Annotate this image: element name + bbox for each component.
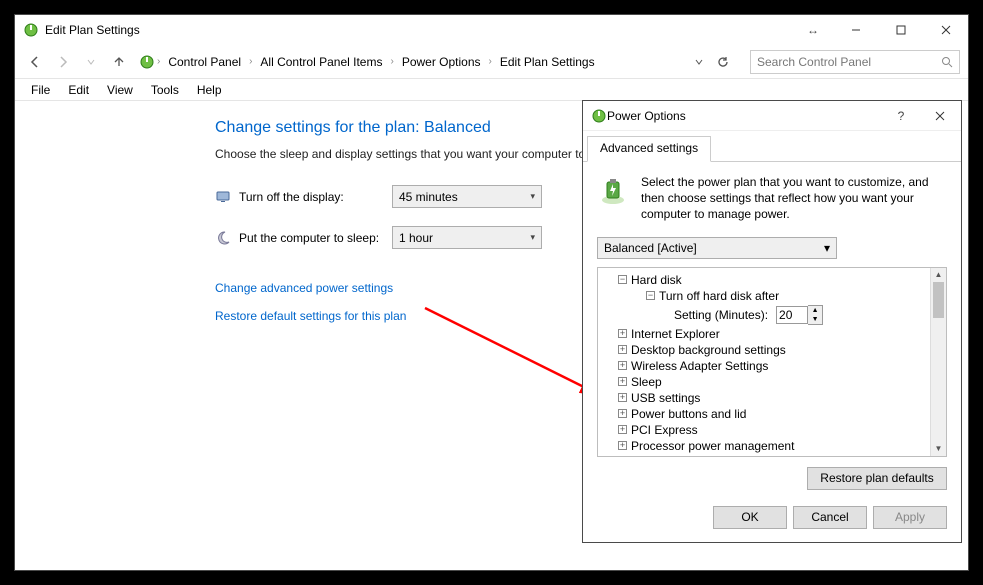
chevron-down-icon: ▾ [530,232,535,243]
power-plan-value: Balanced [Active] [604,241,697,255]
expand-icon[interactable]: + [618,409,627,418]
spin-down-button[interactable]: ▼ [808,315,822,324]
dialog-description: Select the power plan that you want to c… [641,174,947,223]
chevron-right-icon: › [155,56,162,67]
address-dropdown-button[interactable] [689,51,709,73]
refresh-button[interactable] [713,51,733,73]
menu-file[interactable]: File [23,81,58,99]
expand-icon[interactable]: + [618,361,627,370]
help-button[interactable]: ? [883,109,919,123]
scroll-down-button[interactable]: ▼ [931,442,946,456]
maximize-button[interactable] [878,15,923,45]
collapse-icon[interactable]: − [618,275,627,284]
apply-button[interactable]: Apply [873,506,947,529]
search-placeholder: Search Control Panel [757,55,871,69]
chevron-down-icon: ▾ [824,241,830,255]
dialog-titlebar[interactable]: Power Options ? [583,101,961,131]
power-plan-combo[interactable]: Balanced [Active] ▾ [597,237,837,259]
breadcrumb-item[interactable]: Control Panel [162,51,247,73]
collapse-icon[interactable]: − [646,291,655,300]
search-input[interactable]: Search Control Panel [750,50,960,74]
sleep-timeout-combo[interactable]: 1 hour ▾ [392,226,542,249]
menu-tools[interactable]: Tools [143,81,187,99]
menu-help[interactable]: Help [189,81,230,99]
tab-strip: Advanced settings [583,131,961,162]
chevron-down-icon: ▾ [530,191,535,202]
expand-icon[interactable]: + [618,329,627,338]
titlebar[interactable]: Edit Plan Settings ↔ [15,15,968,45]
chevron-right-icon: › [487,56,494,67]
spin-up-button[interactable]: ▲ [808,306,822,315]
tree-node-hard-disk[interactable]: −Hard disk [604,272,928,288]
display-timeout-value: 45 minutes [399,190,458,204]
power-options-icon [591,108,607,124]
nav-recent-dropdown[interactable] [79,50,103,74]
tree-node-turn-off-hard-disk[interactable]: −Turn off hard disk after [604,288,928,304]
chevron-right-icon: › [247,56,254,67]
minimize-button[interactable] [833,15,878,45]
cancel-button[interactable]: Cancel [793,506,867,529]
chevron-right-icon: › [388,56,395,67]
display-icon [215,189,231,205]
expand-icon[interactable]: + [618,345,627,354]
nav-forward-button[interactable] [51,50,75,74]
control-panel-icon [139,54,155,70]
menu-bar: File Edit View Tools Help [15,79,968,101]
display-timeout-combo[interactable]: 45 minutes ▾ [392,185,542,208]
tree-node[interactable]: +Power buttons and lid [604,406,928,422]
tree-node[interactable]: +Internet Explorer [604,326,928,342]
breadcrumb[interactable]: › Control Panel › All Control Panel Item… [135,51,680,73]
search-icon [941,56,953,68]
ok-button[interactable]: OK [713,506,787,529]
scroll-up-button[interactable]: ▲ [931,268,946,282]
tree-node[interactable]: +Wireless Adapter Settings [604,358,928,374]
address-bar: › Control Panel › All Control Panel Item… [15,45,968,79]
tree-scrollbar[interactable]: ▲ ▼ [930,268,946,456]
nav-back-button[interactable] [23,50,47,74]
restore-plan-defaults-button[interactable]: Restore plan defaults [807,467,947,490]
tree-node[interactable]: +USB settings [604,390,928,406]
expand-icon[interactable]: + [618,425,627,434]
dialog-close-button[interactable] [919,111,961,121]
sleep-label: Put the computer to sleep: [239,231,379,245]
sleep-timeout-value: 1 hour [399,231,433,245]
power-options-icon [23,22,39,38]
setting-minutes-input[interactable] [776,306,808,324]
settings-tree: −Hard disk −Turn off hard disk after Set… [597,267,947,457]
tab-advanced-settings[interactable]: Advanced settings [587,136,711,162]
tree-node[interactable]: +Sleep [604,374,928,390]
expand-icon[interactable]: + [618,441,627,450]
resize-indicator-icon: ↔ [793,23,833,37]
tree-node[interactable]: +Desktop background settings [604,342,928,358]
expand-icon[interactable]: + [618,377,627,386]
menu-view[interactable]: View [99,81,141,99]
sleep-icon [215,230,231,246]
tree-setting-minutes: Setting (Minutes): ▲ ▼ [604,304,928,326]
tree-node[interactable]: +Processor power management [604,438,928,454]
power-options-dialog: Power Options ? Advanced settings Select… [582,100,962,543]
tree-node[interactable]: +PCI Express [604,422,928,438]
breadcrumb-item[interactable]: Power Options [396,51,487,73]
dialog-title: Power Options [607,109,883,123]
breadcrumb-item[interactable]: Edit Plan Settings [494,51,601,73]
expand-icon[interactable]: + [618,393,627,402]
nav-up-button[interactable] [107,50,131,74]
window-title: Edit Plan Settings [45,23,793,37]
menu-edit[interactable]: Edit [60,81,97,99]
scroll-thumb[interactable] [933,282,944,318]
setting-label: Setting (Minutes): [674,308,768,322]
close-button[interactable] [923,15,968,45]
breadcrumb-item[interactable]: All Control Panel Items [254,51,388,73]
battery-icon [597,174,629,223]
display-label: Turn off the display: [239,190,344,204]
